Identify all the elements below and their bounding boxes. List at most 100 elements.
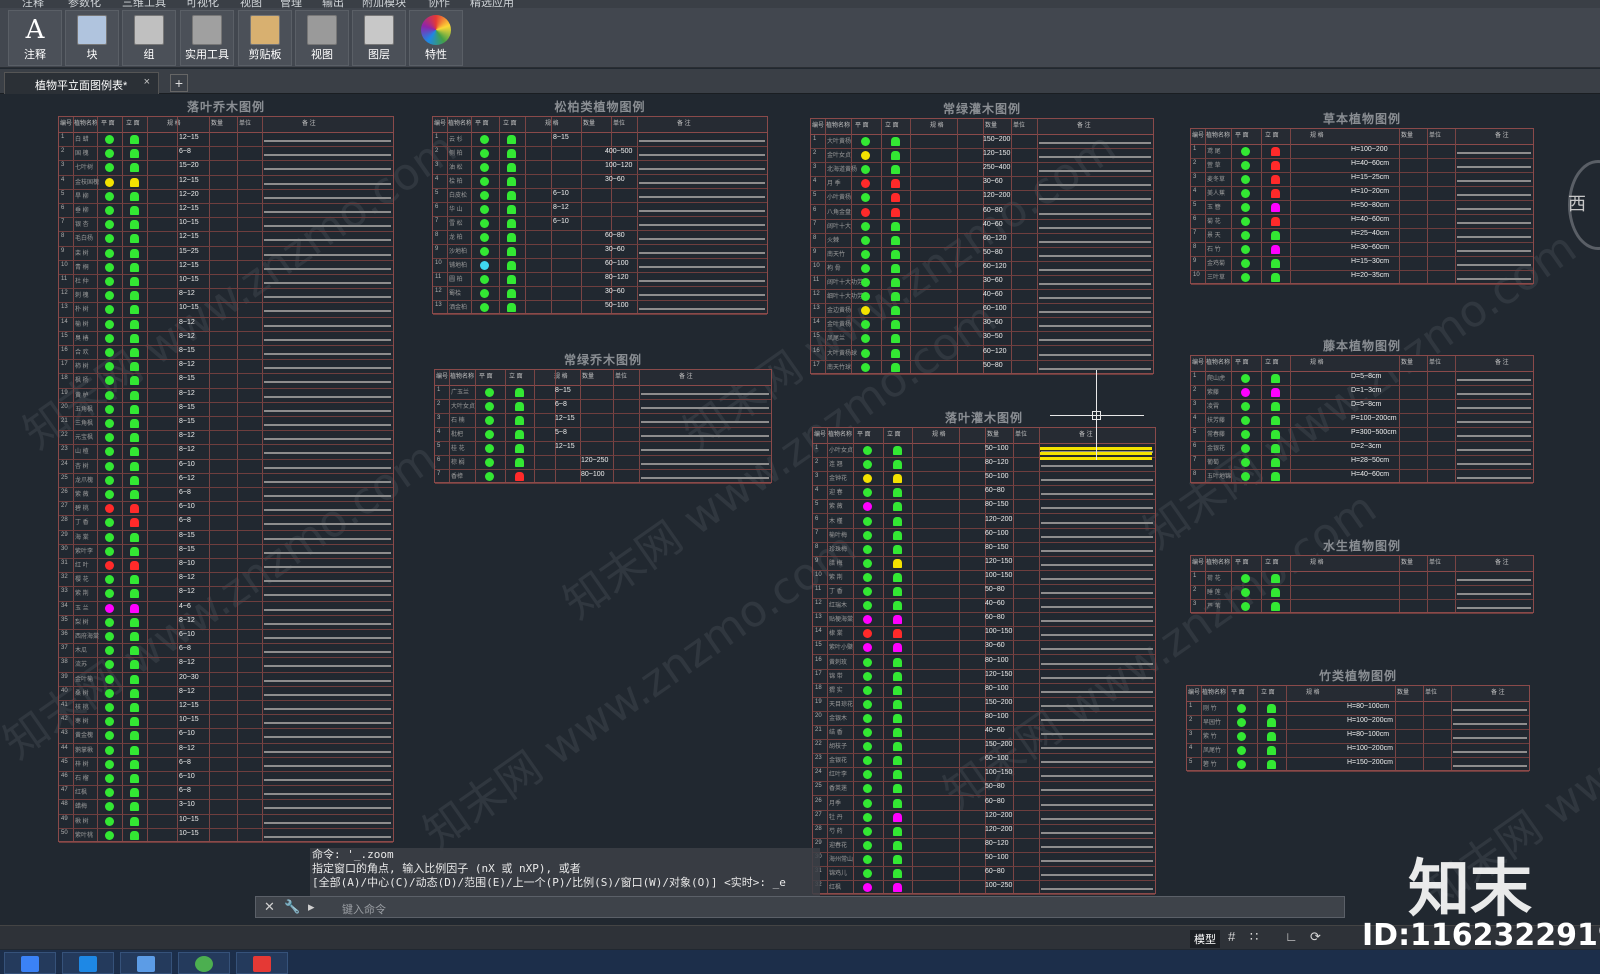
plant-name: 紫叶桃 [75, 832, 94, 839]
remark-line [1039, 156, 1151, 159]
table-row: 6 棕 榈 120~250 [435, 456, 771, 470]
menu-item[interactable]: 管理 [280, 0, 302, 8]
plan-symbol-icon [863, 615, 872, 625]
ribbon-button-1[interactable]: 块 [65, 10, 119, 66]
elevation-symbol-icon [129, 433, 139, 443]
spec-value: 250~400 [983, 164, 1011, 172]
table-row: 28 丁 香 6~8 [59, 516, 393, 531]
new-tab-button[interactable]: + [170, 74, 188, 92]
spec-value: 8~10 [179, 560, 195, 567]
close-icon[interactable]: × [144, 76, 150, 88]
menu-item[interactable]: 协作 [428, 0, 450, 8]
tab-document[interactable]: 植物平立面图例表* × [4, 72, 159, 94]
table-row: 15 凤尾兰 30~50 [811, 332, 1153, 347]
ortho-icon[interactable]: ∟ [1285, 929, 1298, 944]
row-number: 44 [61, 744, 68, 751]
plant-name: 元宝枫 [75, 435, 94, 442]
grid-icon[interactable]: # [1228, 929, 1235, 944]
spec-value: 80~120 [985, 839, 1009, 847]
spec-value: 8~15 [179, 347, 195, 354]
taskbar-button[interactable] [62, 952, 114, 974]
remark-line [641, 477, 769, 479]
spec-value: 60~80 [985, 614, 1005, 622]
taskbar-button[interactable] [236, 952, 288, 974]
table-row: 10 青 桐 12~15 [59, 261, 393, 275]
tab-strip: 植物平立面图例表* × + [0, 69, 1600, 94]
drawing-canvas[interactable]: 知末网 www.znzmo.com 知末网 www.znzmo.com 知末网 ww… [0, 95, 1600, 925]
plant-name: 紫 薇 [829, 504, 843, 511]
menu-item[interactable]: 精选应用 [470, 0, 514, 8]
wrench-icon[interactable]: 🔧 [284, 899, 300, 915]
plan-symbol-icon [104, 149, 114, 159]
spec-value: H=40~60cm [1351, 471, 1390, 478]
remark-line [264, 310, 391, 313]
spec-value: P=300~500cm [1351, 429, 1397, 436]
plant-name: 紫藤 [1207, 390, 1220, 396]
remark-line [639, 224, 765, 226]
menu-item[interactable]: 视图 [240, 0, 262, 8]
snap-icon[interactable]: ∷ [1250, 929, 1258, 945]
elevation-symbol-icon [129, 688, 139, 698]
elevation-symbol-icon [890, 292, 900, 302]
row-number: 17 [813, 361, 820, 368]
taskbar-button[interactable] [120, 952, 172, 974]
table-row: 39 金叶榆 20~30 [59, 673, 393, 687]
spec-value: 8~12 [179, 432, 195, 440]
row-number: 6 [1193, 443, 1197, 449]
plant-name: 紫 薇 [75, 492, 89, 498]
plan-symbol-icon [104, 262, 114, 272]
model-space-button[interactable]: 模型 [1190, 930, 1220, 948]
elevation-symbol-icon [129, 731, 139, 741]
plan-symbol-icon [104, 504, 114, 514]
row-number: 6 [813, 206, 817, 213]
plan-symbol-icon [104, 348, 114, 357]
close-icon[interactable]: ✕ [264, 899, 275, 915]
remark-line [1457, 449, 1531, 451]
taskbar-button[interactable] [4, 952, 56, 974]
app-window: 注释 参数化 三维工具 可视化 视图 管理 输出 附加模块 协作 精选应用 A 注释块组实用工具 剪贴… [0, 0, 1600, 974]
table-row: 47 红枫 6~8 [59, 786, 393, 801]
plant-name: 香荚蒾 [829, 786, 848, 793]
command-line[interactable]: ✕ 🔧 ▸ 键入命令 [255, 896, 1345, 918]
column-header: 平 面 [1235, 133, 1249, 139]
command-input[interactable]: 键入命令 [342, 901, 386, 917]
menu-item[interactable]: 注释 [22, 0, 44, 8]
table-row: 7 香樟 80~100 [435, 470, 771, 484]
plant-name: 广玉兰 [451, 390, 470, 396]
elevation-symbol-icon [514, 416, 524, 425]
menu-item[interactable]: 三维工具 [122, 0, 166, 8]
table-row: 22 元宝枫 8~12 [59, 431, 393, 446]
menu-item[interactable]: 输出 [322, 0, 344, 8]
row-number: 3 [1193, 401, 1197, 407]
row-number: 41 [61, 702, 68, 708]
viewcube-west-label[interactable]: 西 [1568, 190, 1586, 216]
plan-symbol-icon [104, 731, 114, 741]
plan-symbol-icon [480, 177, 489, 186]
table-row: 11 丁 香 50~80 [813, 585, 1155, 600]
elevation-symbol-icon [1270, 602, 1280, 611]
table-row: 20 金银木 80~100 [813, 712, 1155, 726]
ribbon-button-7[interactable]: 特性 [409, 10, 463, 66]
ribbon-button-2[interactable]: 组 [122, 10, 176, 66]
plant-name: 菊 花 [1207, 219, 1221, 225]
menu-item[interactable]: 附加模块 [362, 0, 406, 8]
spec-value: 8~12 [179, 389, 195, 397]
remark-line [1041, 789, 1153, 792]
taskbar-button[interactable] [178, 952, 230, 974]
table-row: 5 桂 花 12~15 [435, 442, 771, 456]
ribbon-button-6[interactable]: 图层 [352, 10, 406, 66]
menu-item[interactable]: 可视化 [186, 0, 219, 8]
row-number: 37 [61, 645, 68, 652]
ribbon-button-4[interactable]: 剪贴板 [238, 10, 292, 66]
ribbon-button-3[interactable]: 实用工具 [180, 10, 234, 66]
ribbon-button-0[interactable]: A 注释 [8, 10, 62, 66]
plant-name: 石 榴 [75, 776, 89, 782]
ribbon-button-label: 剪贴板 [248, 49, 282, 61]
ribbon-button-5[interactable]: 视图 [295, 10, 349, 66]
ribbon-button-label: 注释 [24, 49, 46, 61]
menu-item[interactable]: 参数化 [68, 0, 101, 8]
remark-line [1457, 208, 1531, 210]
plant-name: 木瓜 [75, 648, 88, 655]
remark-line [1041, 747, 1153, 750]
polar-icon[interactable]: ⟳ [1310, 929, 1321, 945]
